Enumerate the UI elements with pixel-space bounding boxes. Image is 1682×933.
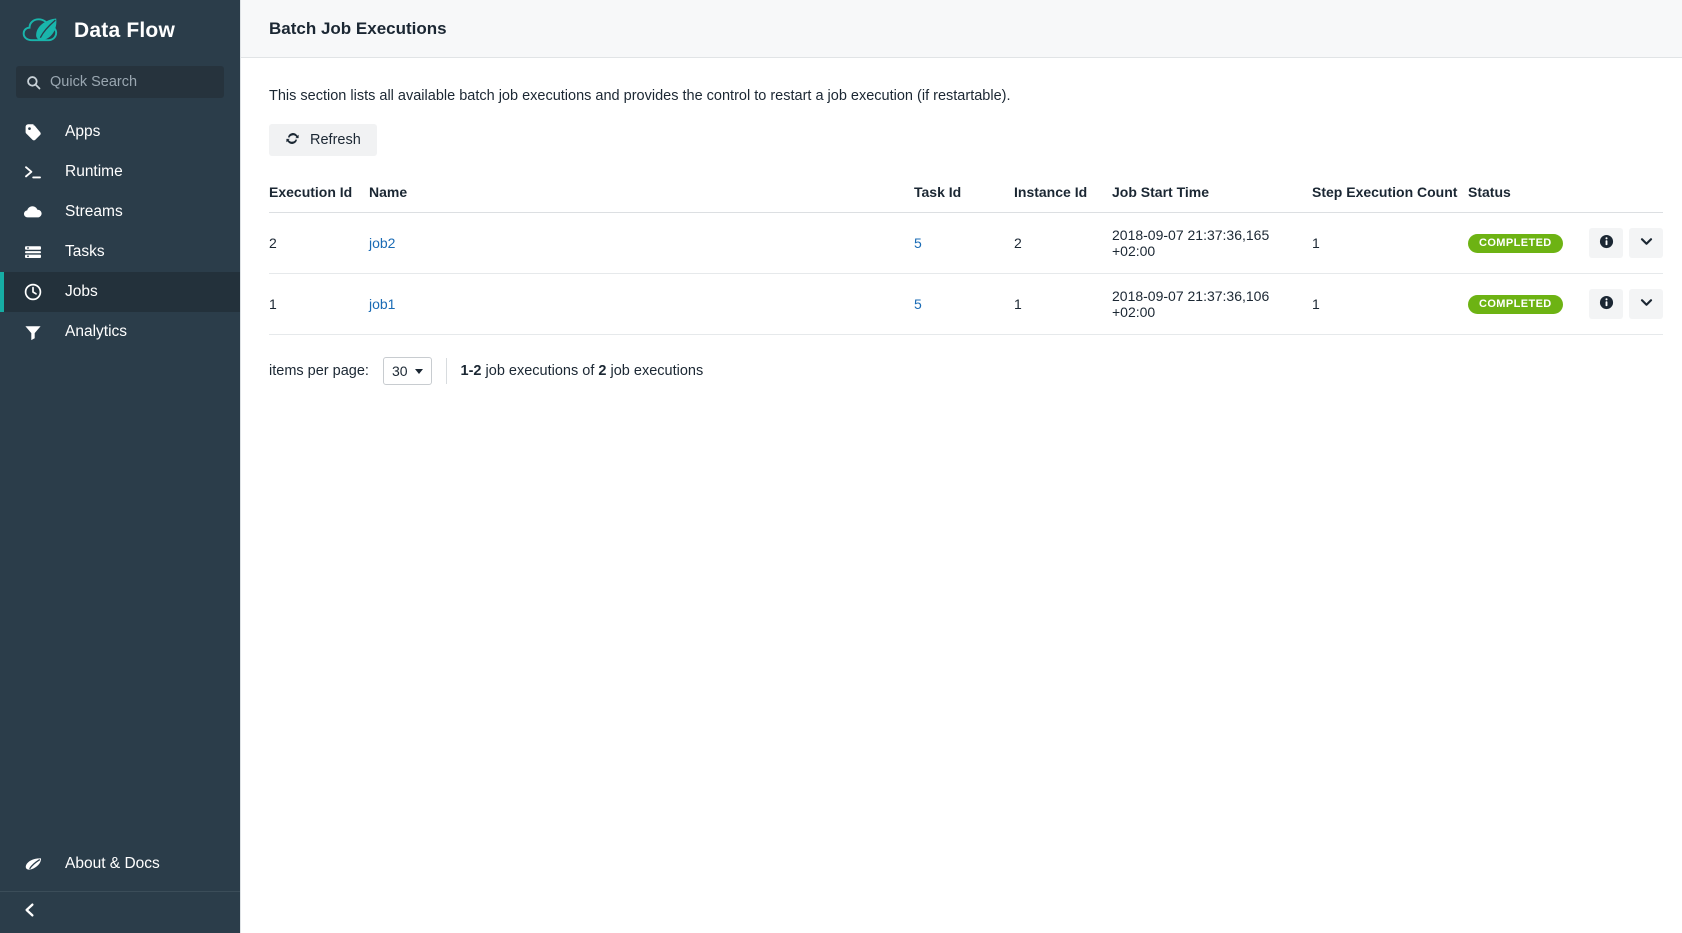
- page-header: Batch Job Executions: [241, 0, 1682, 58]
- sidebar-item-label: About & Docs: [65, 855, 160, 872]
- pagination: items per page: 30 1-2 job executions of…: [269, 335, 1660, 386]
- cell-task-id: 5: [914, 273, 1014, 336]
- refresh-button[interactable]: Refresh: [269, 124, 377, 157]
- cell-job-start-time: 2018-09-07 21:37:36,106 +02:00: [1112, 273, 1312, 336]
- table-head: Execution Id Name Task Id Instance Id Jo…: [269, 178, 1664, 214]
- chevron-down-icon: [1639, 295, 1654, 313]
- terminal-prompt-icon: [22, 161, 44, 183]
- quick-search-input[interactable]: [50, 74, 214, 90]
- main-content: Batch Job Executions This section lists …: [240, 0, 1682, 933]
- chevron-left-icon: [22, 902, 38, 923]
- table-row: 1 job1 5 1 2018-09-07 21:37:36,106 +02:0…: [269, 273, 1664, 336]
- content-area: This section lists all available batch j…: [241, 58, 1682, 386]
- row-actions: [1568, 289, 1664, 320]
- items-per-page-value: 30: [391, 363, 408, 380]
- job-name-link[interactable]: job2: [369, 235, 395, 251]
- cell-instance-id: 2: [1014, 212, 1112, 275]
- sidebar-item-label: Apps: [65, 123, 101, 141]
- search-icon: [26, 75, 41, 90]
- cell-execution-id: 1: [269, 273, 369, 336]
- page-title: Batch Job Executions: [269, 18, 447, 38]
- sidebar-item-tasks[interactable]: Tasks: [0, 232, 240, 272]
- sidebar-item-label: Runtime: [65, 163, 123, 181]
- sidebar-nav: Apps Runtime Streams Tasks Jobs Analytic…: [0, 112, 240, 352]
- sidebar-item-analytics[interactable]: Analytics: [0, 312, 240, 352]
- column-header-execution-id: Execution Id: [269, 178, 369, 214]
- items-per-page-select[interactable]: 30: [382, 357, 432, 386]
- clock-icon: [22, 281, 44, 303]
- cell-status: COMPLETED: [1468, 212, 1568, 275]
- sidebar-item-label: Analytics: [65, 323, 128, 341]
- refresh-icon: [285, 131, 300, 150]
- pagination-tail-text: job executions: [606, 363, 704, 380]
- info-circle-icon: [1599, 234, 1614, 252]
- expand-row-button[interactable]: [1629, 289, 1664, 320]
- chevron-down-icon: [1639, 234, 1654, 252]
- table-body: 2 job2 5 2 2018-09-07 21:37:36,165 +02:0…: [269, 212, 1664, 336]
- brand-title: Data Flow: [74, 19, 175, 42]
- pagination-range: 1-2: [460, 363, 482, 380]
- tag-icon: [22, 121, 44, 143]
- job-name-link[interactable]: job1: [369, 296, 395, 312]
- sidebar-item-apps[interactable]: Apps: [0, 112, 240, 152]
- job-details-button[interactable]: [1589, 289, 1624, 320]
- info-circle-icon: [1599, 295, 1614, 313]
- sidebar-item-streams[interactable]: Streams: [0, 192, 240, 232]
- funnel-icon: [22, 321, 44, 343]
- sidebar-collapse-button[interactable]: [0, 891, 240, 933]
- sidebar-item-about-docs[interactable]: About & Docs: [0, 843, 240, 885]
- sidebar-item-runtime[interactable]: Runtime: [0, 152, 240, 192]
- column-header-name: Name: [369, 178, 914, 214]
- cell-step-execution-count: 1: [1312, 273, 1468, 336]
- job-details-button[interactable]: [1589, 228, 1624, 259]
- items-per-page-label: items per page:: [269, 363, 369, 380]
- sidebar-item-jobs[interactable]: Jobs: [0, 272, 240, 312]
- status-badge: COMPLETED: [1468, 295, 1563, 315]
- server-stack-icon: [22, 241, 44, 263]
- column-header-job-start-time: Job Start Time: [1112, 178, 1312, 214]
- cell-job-start-time: 2018-09-07 21:37:36,165 +02:00: [1112, 212, 1312, 275]
- cell-name: job1: [369, 273, 914, 336]
- refresh-button-label: Refresh: [310, 132, 361, 149]
- chevron-down-icon: [414, 368, 423, 374]
- sidebar: Data Flow Quick Search Apps Runtime Stre…: [0, 0, 240, 933]
- cell-task-id: 5: [914, 212, 1014, 275]
- cell-instance-id: 1: [1014, 273, 1112, 336]
- column-header-task-id: Task Id: [914, 178, 1014, 214]
- table-header-row: Execution Id Name Task Id Instance Id Jo…: [269, 178, 1664, 214]
- pagination-divider: [445, 358, 447, 385]
- expand-row-button[interactable]: [1629, 228, 1664, 259]
- app-root: Data Flow Quick Search Apps Runtime Stre…: [0, 0, 1682, 933]
- table-row: 2 job2 5 2 2018-09-07 21:37:36,165 +02:0…: [269, 212, 1664, 275]
- task-id-link[interactable]: 5: [914, 296, 922, 312]
- cell-status: COMPLETED: [1468, 273, 1568, 336]
- cell-step-execution-count: 1: [1312, 212, 1468, 275]
- task-id-link[interactable]: 5: [914, 235, 922, 251]
- batch-job-executions-table: Execution Id Name Task Id Instance Id Jo…: [269, 178, 1664, 336]
- cell-actions: [1568, 273, 1664, 336]
- column-header-step-execution-count: Step Execution Count: [1312, 178, 1468, 214]
- status-badge: COMPLETED: [1468, 234, 1563, 254]
- spring-leaf-cloud-logo-icon: [22, 15, 62, 47]
- pagination-mid-text: job executions of: [481, 363, 599, 380]
- pagination-summary: 1-2 job executions of 2 job executions: [461, 363, 704, 379]
- section-description: This section lists all available batch j…: [269, 88, 1011, 104]
- column-header-instance-id: Instance Id: [1014, 178, 1112, 214]
- cell-execution-id: 2: [269, 212, 369, 275]
- cell-name: job2: [369, 212, 914, 275]
- brand[interactable]: Data Flow: [0, 0, 240, 62]
- sidebar-item-label: Tasks: [65, 243, 105, 261]
- row-actions: [1568, 228, 1664, 259]
- sidebar-item-label: Streams: [65, 203, 123, 221]
- quick-search-box[interactable]: [16, 66, 224, 98]
- leaf-icon: [22, 853, 44, 875]
- cloud-icon: [22, 201, 44, 223]
- cell-actions: [1568, 212, 1664, 275]
- quick-search-wrapper: [0, 66, 240, 98]
- sidebar-item-label: Jobs: [65, 283, 98, 301]
- column-header-status: Status: [1468, 178, 1664, 214]
